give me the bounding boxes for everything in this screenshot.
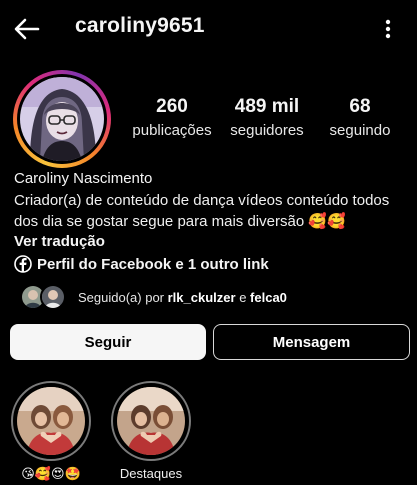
external-links-text: Perfil do Facebook e 1 outro link [37, 255, 269, 273]
story-highlight[interactable]: 😘🥰😍🤩 [11, 381, 91, 482]
external-links[interactable]: Perfil do Facebook e 1 outro link [14, 254, 269, 274]
avatar [40, 284, 66, 310]
stat-following[interactable]: 68 seguindo [322, 96, 398, 139]
top-bar: caroliny9651 [0, 0, 417, 56]
followers-label: seguidores [230, 122, 304, 139]
posts-label: publicações [132, 122, 212, 139]
highlight-cover [117, 387, 185, 455]
posts-count: 260 [156, 96, 188, 117]
stat-followers[interactable]: 489 mil seguidores [224, 96, 310, 139]
following-label: seguindo [329, 122, 391, 139]
story-highlight[interactable]: Destaques [111, 381, 191, 481]
followers-count: 489 mil [234, 96, 300, 117]
followed-by-conj: e [239, 289, 247, 305]
follow-button[interactable]: Seguir [10, 324, 206, 360]
profile-avatar[interactable] [13, 70, 111, 168]
highlight-caption: Destaques [119, 466, 183, 481]
arrow-left-icon[interactable] [12, 14, 42, 44]
mutual-follower-2: felca0 [250, 289, 287, 305]
profile-username: caroliny9651 [75, 14, 205, 37]
more-vertical-icon[interactable] [376, 14, 400, 44]
profile-bio: Criador(a) de conteúdo de dança vídeos c… [14, 192, 390, 230]
followed-by-prefix: Seguido(a) por [78, 289, 164, 305]
facebook-icon [14, 255, 32, 273]
following-count: 68 [349, 96, 371, 117]
mutual-followers-avatars [20, 284, 70, 310]
message-button[interactable]: Mensagem [213, 324, 410, 360]
stat-posts: 260 publicações [128, 96, 216, 139]
profile-name: Caroliny Nascimento [14, 170, 153, 187]
see-translation-link[interactable]: Ver tradução [14, 233, 105, 250]
highlight-cover [17, 387, 85, 455]
mutual-follower-1: rlk_ckulzer [167, 289, 236, 305]
followed-by[interactable]: Seguido(a) por rlk_ckulzer e felca0 [20, 283, 287, 311]
highlight-caption: 😘🥰😍🤩 [21, 466, 81, 481]
